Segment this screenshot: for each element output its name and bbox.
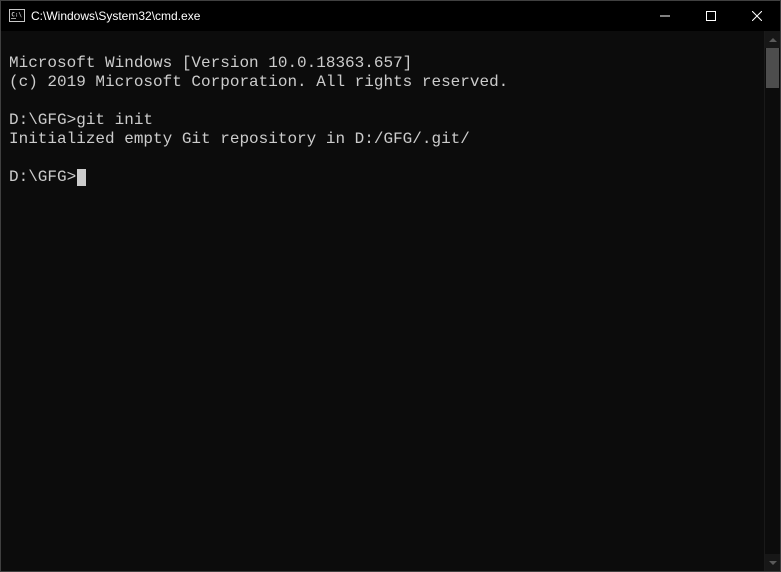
svg-text:C:\: C:\ — [11, 12, 22, 19]
scroll-down-button[interactable] — [765, 554, 780, 571]
prompt-line: D:\GFG>git init — [9, 111, 153, 129]
cmd-icon: C:\ — [9, 8, 25, 24]
vertical-scrollbar[interactable] — [764, 31, 780, 571]
titlebar-drag-region[interactable] — [200, 1, 642, 31]
cursor — [77, 169, 86, 186]
prompt: D:\GFG> — [9, 111, 76, 129]
terminal-output[interactable]: Microsoft Windows [Version 10.0.18363.65… — [1, 31, 764, 571]
window-controls — [642, 1, 780, 31]
output-line: Initialized empty Git repository in D:/G… — [9, 130, 470, 148]
output-line: (c) 2019 Microsoft Corporation. All righ… — [9, 73, 508, 91]
client-area: Microsoft Windows [Version 10.0.18363.65… — [1, 31, 780, 571]
titlebar[interactable]: C:\ C:\Windows\System32\cmd.exe — [1, 1, 780, 31]
command-text: git init — [76, 111, 153, 129]
cmd-window: C:\ C:\Windows\System32\cmd.exe Microsof… — [0, 0, 781, 572]
scrollbar-track[interactable] — [765, 48, 780, 554]
window-title: C:\Windows\System32\cmd.exe — [31, 9, 200, 23]
close-button[interactable] — [734, 1, 780, 31]
maximize-button[interactable] — [688, 1, 734, 31]
output-line: Microsoft Windows [Version 10.0.18363.65… — [9, 54, 412, 72]
minimize-button[interactable] — [642, 1, 688, 31]
scrollbar-thumb[interactable] — [766, 48, 779, 88]
prompt-line: D:\GFG> — [9, 168, 86, 186]
prompt: D:\GFG> — [9, 168, 76, 186]
scroll-up-button[interactable] — [765, 31, 780, 48]
